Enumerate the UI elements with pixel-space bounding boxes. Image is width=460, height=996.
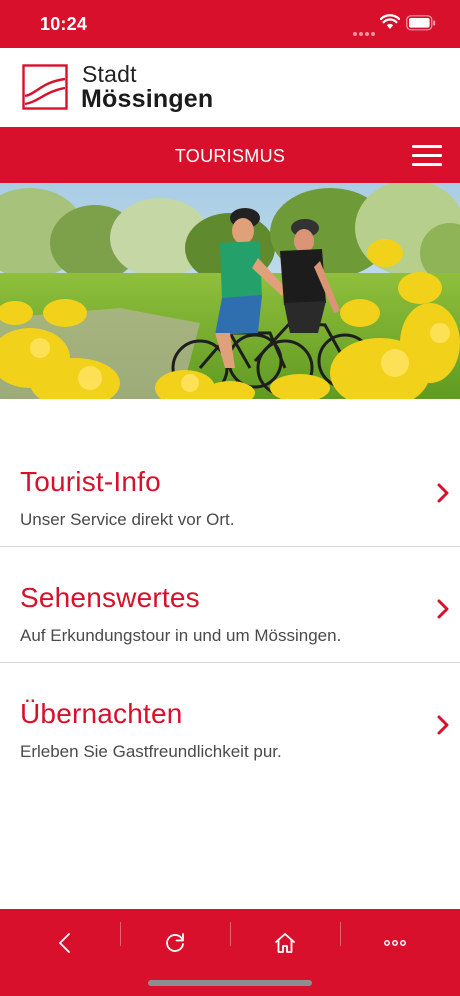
item-subtitle: Unser Service direkt vor Ort.: [20, 510, 235, 529]
list-item-sehenswertes[interactable]: Sehenswertes Auf Erkundungstour in und u…: [0, 547, 460, 663]
item-title: Tourist-Info: [20, 466, 161, 497]
logo-text-stadt: Stadt: [82, 61, 137, 87]
status-bar: 10:24: [0, 0, 460, 48]
page-title: TOURISMUS: [174, 146, 286, 166]
battery-icon: [406, 15, 436, 31]
item-subtitle: Erleben Sie Gastfreundlichkeit pur.: [20, 742, 282, 761]
cyclists-photo: [0, 183, 460, 399]
item-subtitle: Auf Erkundungstour in und um Mössingen.: [20, 626, 342, 645]
chevron-right-icon: [437, 599, 449, 619]
tourism-menu-list: Tourist-Info Unser Service direkt vor Or…: [0, 431, 460, 779]
item-title: Sehenswertes: [20, 582, 200, 613]
city-logo-icon: [22, 64, 68, 110]
brand-header: Stadt Mössingen: [0, 48, 460, 127]
hero-image: [0, 183, 460, 399]
home-indicator[interactable]: [148, 980, 312, 986]
list-item-tourist-info[interactable]: Tourist-Info Unser Service direkt vor Or…: [0, 431, 460, 547]
more-button[interactable]: [340, 919, 450, 967]
reload-button[interactable]: [120, 919, 230, 967]
chevron-right-icon: [437, 483, 449, 503]
chevron-right-icon: [437, 715, 449, 735]
reload-icon: [166, 933, 184, 952]
home-button[interactable]: [230, 919, 340, 967]
logo-text-city: Mössingen: [81, 85, 214, 113]
more-dots-icon: [384, 940, 406, 946]
back-button[interactable]: [10, 919, 120, 967]
nav-bar: TOURISMUS: [0, 127, 460, 183]
back-chevron-icon: [59, 933, 70, 953]
list-item-uebernachten[interactable]: Übernachten Erleben Sie Gastfreundlichke…: [0, 663, 460, 779]
item-title: Übernachten: [20, 698, 183, 729]
hamburger-menu-icon[interactable]: [410, 142, 444, 168]
wifi-icon: [380, 14, 400, 29]
status-time: 10:24: [40, 14, 88, 34]
signal-dots-icon: [353, 23, 377, 41]
home-icon: [275, 933, 295, 953]
